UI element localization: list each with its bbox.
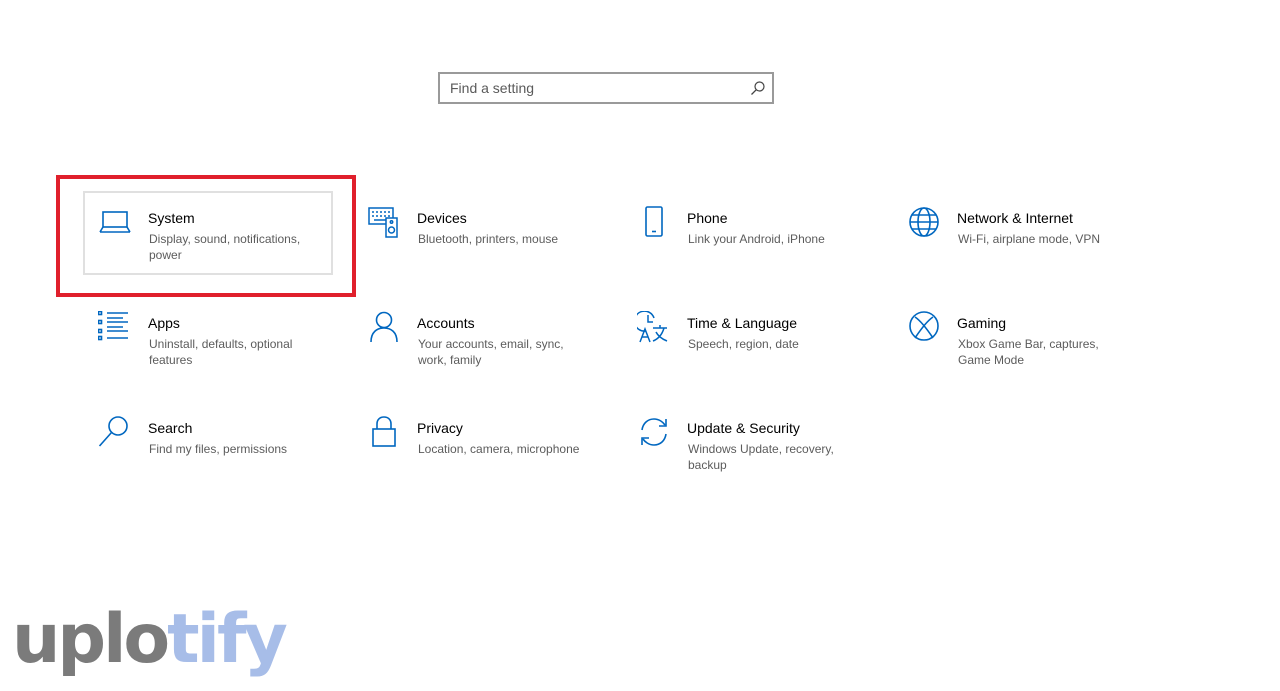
- tile-search[interactable]: Search Find my files, permissions: [86, 416, 336, 502]
- time-language-icon: [637, 311, 671, 345]
- highlight-box: [56, 175, 356, 297]
- xbox-icon: [907, 311, 941, 345]
- apps-list-icon: [98, 311, 132, 345]
- tile-devices[interactable]: Devices Bluetooth, printers, mouse: [355, 206, 605, 292]
- tile-description: Wi-Fi, airplane mode, VPN: [958, 232, 1101, 246]
- tile-description: Your accounts, email, sync, work, family: [418, 337, 564, 367]
- tile-apps[interactable]: Apps Uninstall, defaults, optional featu…: [86, 311, 336, 397]
- tile-title: Apps: [148, 315, 180, 331]
- uplotify-logo: uplotify: [12, 600, 288, 679]
- tile-title: Devices: [417, 210, 467, 226]
- tile-title: Gaming: [957, 315, 1007, 331]
- search-box[interactable]: [438, 72, 774, 104]
- tile-title: Time & Language: [687, 315, 797, 331]
- globe-icon: [907, 206, 941, 240]
- lock-icon: [367, 416, 401, 450]
- tile-time-language[interactable]: Time & Language Speech, region, date: [625, 311, 875, 397]
- phone-icon: [637, 206, 671, 240]
- logo-text-blue: tify: [167, 600, 288, 679]
- tile-title: Search: [148, 420, 193, 436]
- magnifier-icon[interactable]: [750, 80, 766, 96]
- logo-text-gray: uplo: [12, 600, 170, 679]
- person-icon: [367, 311, 401, 345]
- keyboard-speaker-icon: [367, 206, 401, 240]
- settings-home: System Display, sound, notifications, po…: [0, 0, 1280, 691]
- search-icon: [98, 416, 132, 450]
- tile-title: Phone: [687, 210, 728, 226]
- tile-title: Network & Internet: [957, 210, 1073, 226]
- tile-description: Speech, region, date: [688, 337, 799, 351]
- tile-description: Xbox Game Bar, captures, Game Mode: [958, 337, 1099, 367]
- tile-network[interactable]: Network & Internet Wi-Fi, airplane mode,…: [895, 206, 1145, 292]
- tile-description: Bluetooth, printers, mouse: [418, 232, 559, 246]
- tile-title: Privacy: [417, 420, 463, 436]
- tile-title: Accounts: [417, 315, 475, 331]
- tile-update-security[interactable]: Update & Security Windows Update, recove…: [625, 416, 875, 502]
- tile-description: Uninstall, defaults, optional features: [149, 337, 293, 367]
- tile-title: Update & Security: [687, 420, 800, 436]
- tile-description: Find my files, permissions: [149, 442, 288, 456]
- tile-privacy[interactable]: Privacy Location, camera, microphone: [355, 416, 605, 502]
- sync-icon: [637, 416, 671, 450]
- tile-description: Windows Update, recovery, backup: [688, 442, 834, 472]
- search-input[interactable]: [440, 74, 740, 102]
- tile-description: Link your Android, iPhone: [688, 232, 825, 246]
- tile-gaming[interactable]: Gaming Xbox Game Bar, captures, Game Mod…: [895, 311, 1145, 397]
- tile-accounts[interactable]: Accounts Your accounts, email, sync, wor…: [355, 311, 605, 397]
- tile-phone[interactable]: Phone Link your Android, iPhone: [625, 206, 875, 292]
- tile-description: Location, camera, microphone: [418, 442, 580, 456]
